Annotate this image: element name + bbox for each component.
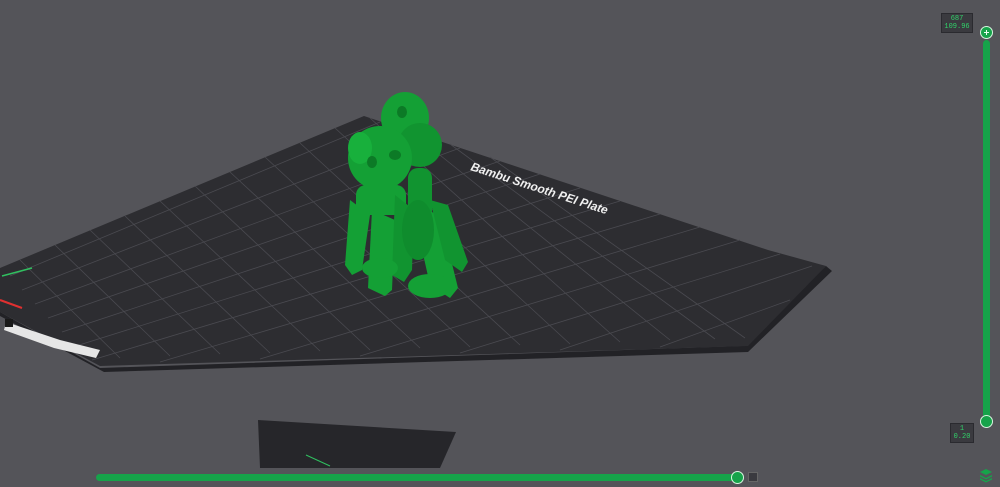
move-slider-handle[interactable]	[731, 471, 744, 484]
bottom-layer-height: 0.20	[953, 433, 971, 441]
plate-label-logo	[5, 319, 13, 327]
move-slider-step-button[interactable]	[748, 472, 758, 482]
3d-viewport[interactable]: Bambu Smooth PEI Plate	[0, 0, 1000, 487]
top-layer-number: 687	[950, 15, 964, 23]
top-layer-height: 109.96	[944, 23, 970, 31]
bottom-layer-handle[interactable]	[980, 415, 993, 428]
top-layer-handle-plus-icon[interactable]	[980, 26, 993, 39]
layer-slider-track[interactable]	[983, 40, 990, 422]
bottom-layer-label: 1 0.20	[950, 423, 974, 443]
top-layer-label: 687 109.96	[941, 13, 973, 33]
move-slider-track[interactable]	[96, 474, 741, 481]
bottom-layer-number: 1	[959, 425, 965, 433]
build-plate-tab	[258, 420, 456, 468]
layers-icon[interactable]	[978, 467, 994, 483]
